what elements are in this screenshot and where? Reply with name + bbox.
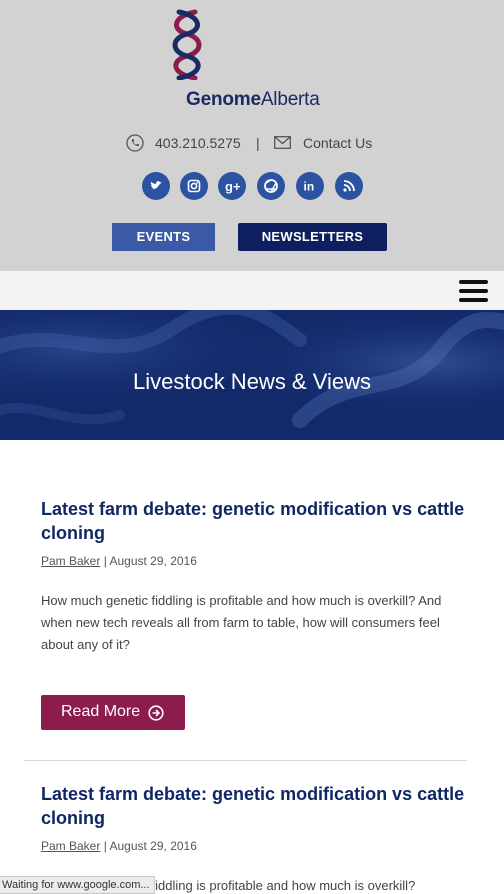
page-title: Livestock News & Views [132,369,371,394]
browser-status-bar: Waiting for www.google.com... [0,876,155,894]
instagram-icon[interactable] [180,172,208,200]
mail-icon [274,136,291,149]
genome-alberta-logo[interactable] [165,8,209,80]
article-date: | August 29, 2016 [103,839,197,853]
contact-row: 403.210.5275 | Contact Us [0,134,504,154]
phone-number[interactable]: 403.210.5275 [155,135,241,151]
site-header: GenomeAlberta 403.210.5275 | Contact Us … [0,0,504,271]
twitter-icon[interactable] [142,172,170,200]
read-more-label: Read More [61,703,141,720]
author-link[interactable]: Pam Baker [41,554,100,568]
read-more-button[interactable]: Read More [41,695,185,730]
google-plus-icon[interactable]: g+ [218,172,246,200]
article-date: | August 29, 2016 [103,554,197,568]
article-title-link[interactable]: Latest farm debate: genetic modification… [41,497,471,545]
article-title-link[interactable]: Latest farm debate: genetic modification… [41,782,471,830]
logo-brand-light: Alberta [260,89,320,110]
article-divider [24,760,467,761]
article-meta: Pam Baker | August 29, 2016 [41,839,471,853]
contact-separator: | [256,135,260,151]
contact-us-link[interactable]: Contact Us [303,135,372,151]
svg-text:g+: g+ [225,179,241,194]
author-link[interactable]: Pam Baker [41,839,100,853]
phone-icon [126,134,144,152]
logo-brand-bold: Genome [186,89,261,110]
mobile-nav-bar [0,271,504,310]
page-banner: Livestock News & Views [0,310,504,440]
article-card: Latest farm debate: genetic modification… [41,497,471,656]
arrow-circle-right-icon [148,705,164,721]
logo-wordmark[interactable]: GenomeAlberta [186,89,320,111]
svg-text:in: in [304,180,315,194]
newsletters-button[interactable]: NEWSLETTERS [238,223,387,251]
linkedin-icon[interactable]: in [296,172,324,200]
rss-icon[interactable] [335,172,363,200]
hamburger-menu-icon[interactable] [459,280,488,302]
article-excerpt: How much genetic fiddling is profitable … [41,593,442,652]
article-meta: Pam Baker | August 29, 2016 [41,554,471,568]
events-button[interactable]: EVENTS [112,223,215,251]
flickr-icon[interactable] [257,172,285,200]
